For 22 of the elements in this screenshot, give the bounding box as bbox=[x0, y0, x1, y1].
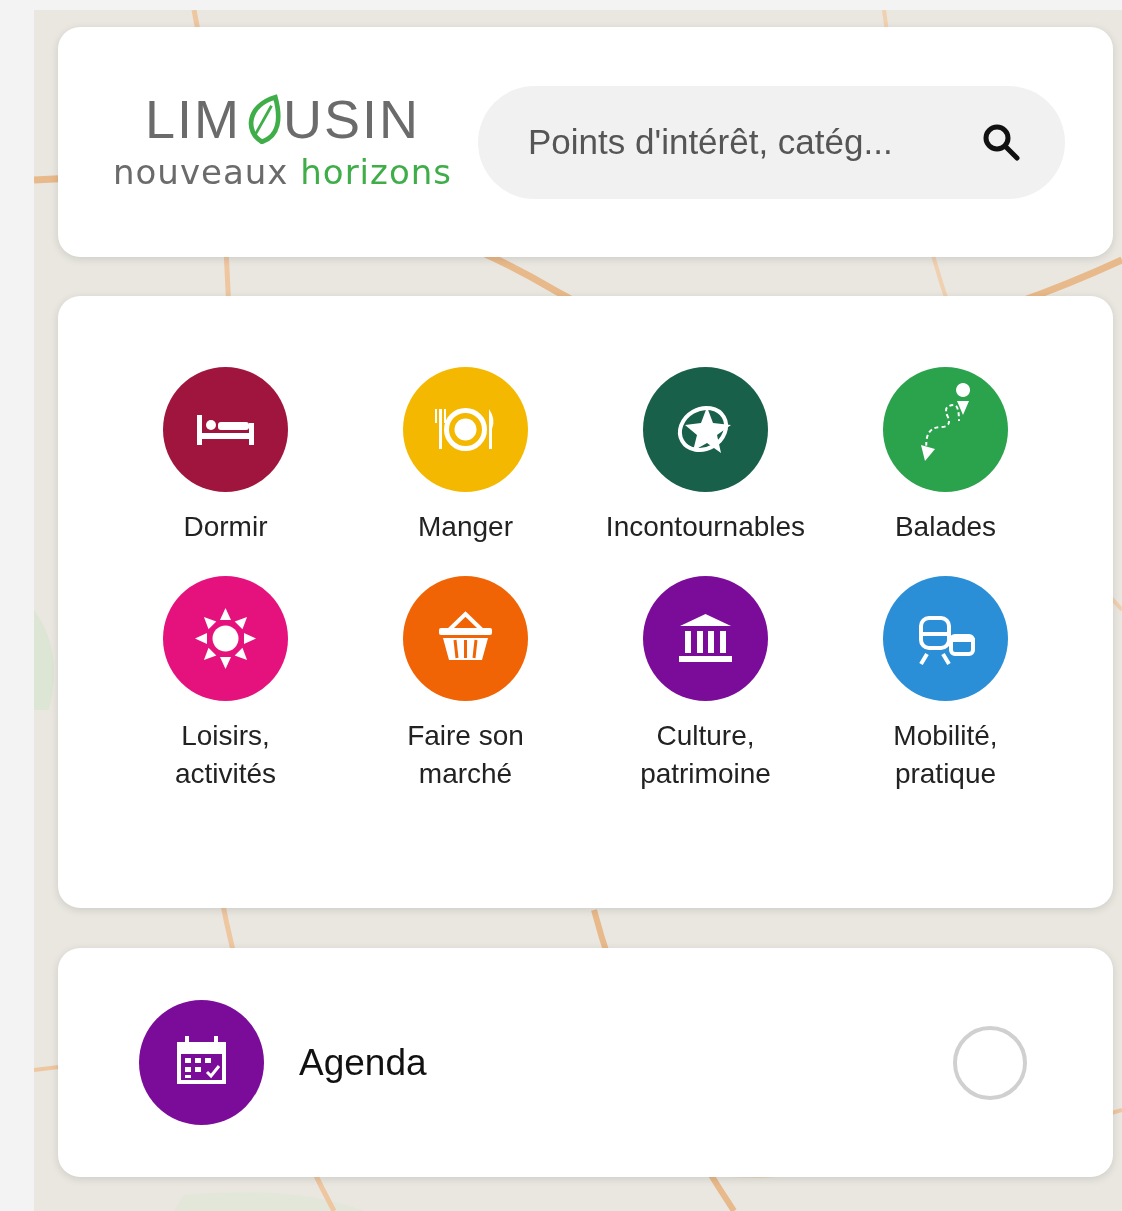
route-icon[interactable] bbox=[883, 367, 1008, 492]
category-button[interactable]: Faire son marché bbox=[345, 576, 586, 793]
search-icon[interactable] bbox=[981, 122, 1021, 162]
category-button[interactable]: Balades bbox=[825, 367, 1066, 546]
logo-tagline: nouveaux horizons bbox=[113, 152, 452, 192]
basket-icon[interactable] bbox=[403, 576, 528, 701]
category-button[interactable]: Dormir bbox=[105, 367, 346, 546]
category-button[interactable]: Loisirs, activités bbox=[105, 576, 346, 793]
category-button[interactable]: Incontournables bbox=[585, 367, 826, 546]
bed-icon[interactable] bbox=[163, 367, 288, 492]
sun-icon[interactable] bbox=[163, 576, 288, 701]
train-icon[interactable] bbox=[883, 576, 1008, 701]
category-button[interactable]: Manger bbox=[345, 367, 586, 546]
logo-title: LIM USIN bbox=[144, 92, 420, 146]
calendar-icon[interactable] bbox=[139, 1000, 264, 1125]
category-button[interactable]: Mobilité, pratique bbox=[825, 576, 1066, 793]
search-input[interactable]: Points d'intérêt, catég... bbox=[526, 121, 981, 163]
agenda-label: Agenda bbox=[299, 1041, 428, 1084]
agenda-checkbox[interactable] bbox=[953, 1025, 1027, 1100]
museum-icon[interactable] bbox=[643, 576, 768, 701]
search-field[interactable]: Points d'intérêt, catég... bbox=[478, 85, 1065, 199]
category-button[interactable]: Culture, patrimoine bbox=[585, 576, 826, 793]
